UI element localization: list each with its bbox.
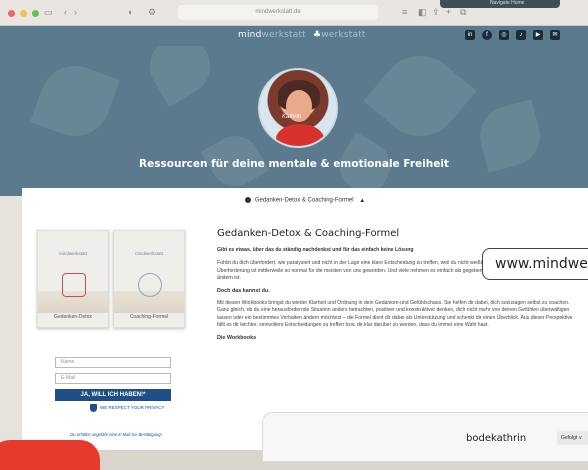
privacy-badge: WE RESPECT YOUR PRIVACY: [90, 404, 165, 412]
facebook-icon[interactable]: f: [482, 30, 492, 40]
youtube-icon[interactable]: ▶: [533, 30, 543, 40]
signature: Kathrin: [282, 114, 302, 120]
site-header: mindwerkstatt ♣werkstatt in f ◎ ♪ ▶ ✉: [0, 26, 588, 46]
name-field[interactable]: Name: [55, 357, 171, 368]
close-window-icon[interactable]: [8, 10, 15, 17]
follow-button[interactable]: Gefolgt ∨: [557, 431, 588, 445]
toc-toggle[interactable]: Gedanken-Detox & Coaching-Formel ▲: [22, 197, 588, 211]
privacy-text: WE RESPECT YOUR PRIVACY: [100, 405, 165, 411]
profile-photo: Kathrin: [258, 68, 338, 148]
hero-banner: Kathrin Ressourcen für deine mentale & e…: [0, 46, 588, 196]
new-tab-icon[interactable]: +: [446, 7, 451, 17]
logo-main: mind: [238, 30, 262, 40]
tree-icon: ♣: [312, 30, 322, 40]
book-title: Gedanken-Detox: [54, 314, 92, 320]
signup-button[interactable]: JA, WILL ICH HABEN!*: [55, 389, 171, 401]
maximize-window-icon[interactable]: [32, 10, 39, 17]
logo-faint: werkstatt: [261, 30, 306, 40]
decorative-leaf: [363, 46, 477, 153]
article: Gedanken-Detox & Coaching-Formel Gibt es…: [217, 228, 577, 347]
tabs-overview-icon[interactable]: ⧉: [460, 7, 466, 18]
privacy-shield-icon[interactable]: ◐: [128, 7, 133, 17]
social-links: in f ◎ ♪ ▶ ✉: [465, 30, 560, 40]
minimize-window-icon[interactable]: [20, 10, 27, 17]
workbook-cover-detox[interactable]: mindwerkstatt Gedanken-Detox: [37, 230, 109, 328]
extension-icon[interactable]: ⚙: [148, 7, 156, 18]
back-icon[interactable]: ‹: [64, 7, 67, 17]
instagram-icon[interactable]: ◎: [499, 30, 509, 40]
address-bar[interactable]: mindwerkstatt.de: [178, 5, 378, 20]
share-icon[interactable]: ⇪: [432, 7, 440, 18]
site-logo[interactable]: mindwerkstatt ♣werkstatt: [238, 30, 366, 40]
lock-icon: ◧: [418, 7, 427, 17]
article-title: Gedanken-Detox & Coaching-Formel: [217, 228, 400, 239]
caret-up-icon: ▲: [359, 197, 366, 204]
avatar-shirt: [276, 124, 324, 146]
article-subheading: Doch das kannst du.: [217, 288, 270, 295]
tiktok-icon[interactable]: ♪: [516, 30, 526, 40]
profile-username[interactable]: bodekathrin: [466, 433, 526, 444]
book-title: Coaching-Formel: [129, 314, 169, 320]
meditation-icon: [138, 273, 162, 297]
logo-tail: werkstatt: [321, 30, 366, 40]
book-brand: mindwerkstatt: [135, 251, 163, 256]
reader-icon[interactable]: ≡: [402, 7, 407, 17]
decorative-leaf: [139, 46, 221, 107]
profile-overlay: bodekathrin Gefolgt ∨: [262, 412, 588, 462]
confirmation-note: Du erhältst ungefähr eine E-Mail zur Bes…: [70, 432, 162, 437]
notification-pill: Navigate Home: [440, 0, 560, 8]
url-caption-overlay: www.mindwerkstatt.de: [482, 248, 588, 280]
window-controls[interactable]: [8, 10, 39, 17]
forward-icon[interactable]: ›: [74, 7, 77, 17]
list-icon: [244, 197, 251, 203]
decorative-leaf: [30, 56, 120, 146]
sidebar-toggle-icon[interactable]: ▭: [44, 7, 53, 18]
article-paragraph: Mit diesen Workbooks bringst du wieder K…: [217, 300, 573, 329]
email-field[interactable]: E-Mail: [55, 373, 171, 384]
figure-icon: [62, 273, 86, 297]
red-overlay-shape: [0, 440, 100, 470]
browser-toolbar: ▭ ‹ › ◐ ⚙ mindwerkstatt.de ≡ ◧ ⇪ + ⧉ Nav…: [0, 0, 588, 26]
toc-label: Gedanken-Detox & Coaching-Formel: [254, 197, 354, 204]
book-brand: mindwerkstatt: [59, 251, 87, 256]
linkedin-icon[interactable]: in: [465, 30, 475, 40]
shield-icon: [90, 404, 97, 412]
article-subheading: Die Workbooks: [217, 335, 257, 342]
mail-icon[interactable]: ✉: [550, 30, 560, 40]
notification-text: Navigate Home: [490, 0, 525, 6]
workbook-cover-coaching[interactable]: mindwerkstatt Coaching-Formel: [113, 230, 185, 328]
hero-title: Ressourcen für deine mentale & emotional…: [139, 158, 449, 170]
